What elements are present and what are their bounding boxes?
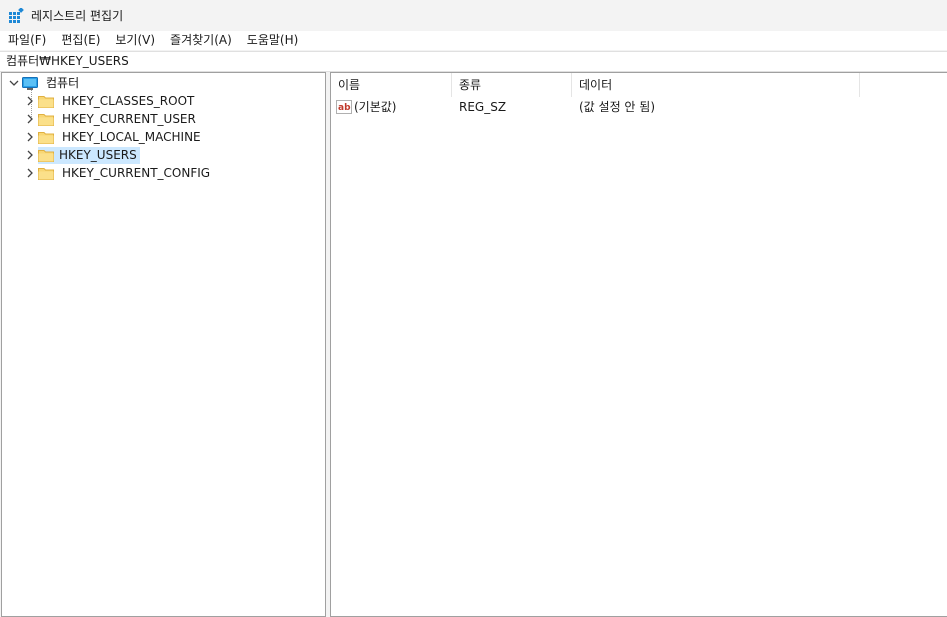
tree-node-hkey-current-config[interactable]: HKEY_CURRENT_CONFIG	[24, 164, 213, 182]
tree-node-label: 컴퓨터	[46, 75, 80, 90]
selected-node-highlight: HKEY_USERS	[38, 146, 140, 164]
cell-name: ab (기본값)	[331, 98, 452, 116]
tree-node-label: HKEY_CURRENT_USER	[62, 111, 196, 126]
menu-bar: 파일(F) 편집(E) 보기(V) 즐겨찾기(A) 도움말(H)	[0, 31, 947, 50]
address-path[interactable]: 컴퓨터₩HKEY_USERS	[0, 52, 129, 71]
string-value-icon: ab	[336, 100, 352, 114]
list-header: 이름 종류 데이터	[331, 73, 947, 97]
tree-node-hkey-local-machine[interactable]: HKEY_LOCAL_MACHINE	[24, 128, 204, 146]
tree-node-label: HKEY_CURRENT_CONFIG	[62, 165, 211, 180]
window-title: 레지스트리 편집기	[31, 9, 124, 23]
registry-editor-app-icon	[8, 7, 24, 24]
menu-help[interactable]: 도움말(H)	[239, 31, 306, 50]
tree-node-label: HKEY_USERS	[59, 147, 137, 162]
tree-node-hkey-classes-root[interactable]: HKEY_CLASSES_ROOT	[24, 92, 197, 110]
folder-icon	[38, 113, 54, 126]
computer-icon	[22, 76, 38, 90]
address-bar[interactable]: 컴퓨터₩HKEY_USERS	[0, 51, 947, 72]
menu-favorites[interactable]: 즐겨찾기(A)	[162, 31, 239, 50]
value-type: REG_SZ	[459, 100, 507, 114]
column-header-data[interactable]: 데이터	[572, 73, 860, 97]
value-name: (기본값)	[354, 100, 397, 114]
menu-view[interactable]: 보기(V)	[107, 31, 162, 50]
column-header-name[interactable]: 이름	[331, 73, 452, 97]
chevron-down-icon[interactable]	[8, 77, 20, 89]
list-row[interactable]: ab (기본값) REG_SZ (값 설정 안 됨)	[331, 98, 860, 116]
pane-splitter[interactable]	[326, 72, 329, 617]
tree-node-hkey-users[interactable]: HKEY_USERS	[24, 146, 140, 164]
values-list-pane[interactable]: 이름 종류 데이터 ab (기본값) REG_SZ (값 설정 안 됨)	[330, 72, 947, 617]
tree-node-label: HKEY_LOCAL_MACHINE	[62, 129, 201, 144]
chevron-right-icon[interactable]	[24, 149, 36, 161]
chevron-right-icon[interactable]	[24, 167, 36, 179]
value-data: (값 설정 안 됨)	[579, 100, 656, 114]
cell-type: REG_SZ	[452, 98, 572, 116]
chevron-right-icon[interactable]	[24, 113, 36, 125]
column-header-type[interactable]: 종류	[452, 73, 572, 97]
tree-node-computer[interactable]: 컴퓨터	[8, 74, 82, 92]
svg-text:ab: ab	[338, 103, 351, 113]
folder-icon	[38, 149, 54, 162]
folder-icon	[38, 131, 54, 144]
folder-icon	[38, 167, 54, 180]
cell-data: (값 설정 안 됨)	[572, 98, 860, 116]
menu-edit[interactable]: 편집(E)	[53, 31, 107, 50]
tree-node-label: HKEY_CLASSES_ROOT	[62, 93, 195, 108]
key-tree-pane[interactable]: 컴퓨터 HKEY_CLASSES_ROOT HKEY_CURRENT_USER …	[1, 72, 326, 617]
tree-node-hkey-current-user[interactable]: HKEY_CURRENT_USER	[24, 110, 199, 128]
registry-editor-window: 레지스트리 편집기 파일(F) 편집(E) 보기(V) 즐겨찾기(A) 도움말(…	[0, 0, 947, 617]
menu-file[interactable]: 파일(F)	[0, 31, 53, 50]
chevron-right-icon[interactable]	[24, 95, 36, 107]
chevron-right-icon[interactable]	[24, 131, 36, 143]
folder-icon	[38, 95, 54, 108]
title-bar[interactable]: 레지스트리 편집기	[0, 0, 947, 31]
